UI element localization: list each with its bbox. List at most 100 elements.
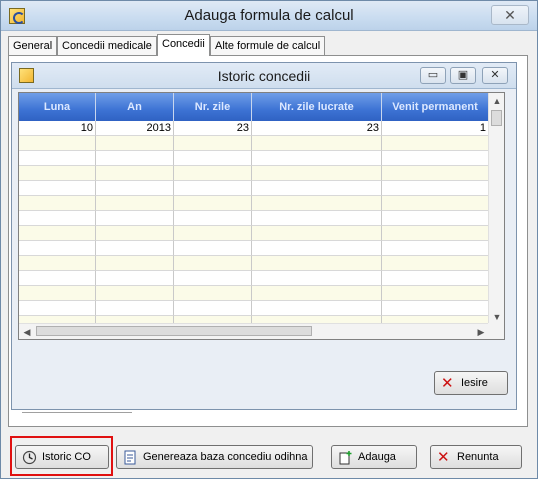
inner-close-button[interactable]: ✕ [482, 67, 508, 84]
tab-concedii[interactable]: Concedii [157, 34, 210, 56]
table-cell[interactable] [96, 196, 174, 211]
table-cell[interactable] [19, 166, 96, 181]
table-row[interactable] [19, 271, 489, 286]
table-cell[interactable] [96, 151, 174, 166]
table-cell[interactable] [174, 286, 252, 301]
table-cell[interactable] [174, 271, 252, 286]
table-cell[interactable] [174, 241, 252, 256]
tab-general[interactable]: General [8, 36, 58, 56]
table-cell[interactable] [96, 181, 174, 196]
table-row[interactable]: 10 2013 23 23 1 [19, 121, 489, 136]
table-cell[interactable] [252, 181, 382, 196]
vertical-scrollbar[interactable]: ▲ ▼ [488, 93, 504, 325]
tab-concedii-medicale[interactable]: Concedii medicale [57, 36, 157, 56]
table-cell[interactable] [19, 286, 96, 301]
table-cell[interactable] [382, 256, 489, 271]
table-cell[interactable] [382, 211, 489, 226]
table-cell[interactable] [96, 301, 174, 316]
table-cell[interactable] [96, 256, 174, 271]
vertical-scroll-thumb[interactable] [491, 110, 502, 126]
table-cell[interactable] [19, 301, 96, 316]
table-cell[interactable] [252, 136, 382, 151]
table-row[interactable] [19, 256, 489, 271]
table-row[interactable] [19, 151, 489, 166]
table-cell[interactable] [96, 241, 174, 256]
renunta-button[interactable]: ✕ Renunta [430, 445, 522, 469]
table-cell[interactable]: 23 [252, 121, 382, 136]
table-cell[interactable] [382, 136, 489, 151]
col-luna[interactable]: Luna [19, 93, 96, 121]
table-row[interactable] [19, 211, 489, 226]
table-row[interactable] [19, 241, 489, 256]
table-cell[interactable] [382, 196, 489, 211]
table-cell[interactable] [252, 241, 382, 256]
iesire-button[interactable]: ✕ Iesire [434, 371, 508, 395]
table-cell[interactable] [252, 301, 382, 316]
table-cell[interactable] [382, 271, 489, 286]
table-cell[interactable] [19, 151, 96, 166]
table-row[interactable] [19, 286, 489, 301]
table-row[interactable] [19, 301, 489, 316]
table-cell[interactable]: 2013 [96, 121, 174, 136]
table-cell[interactable] [174, 136, 252, 151]
scroll-up-icon[interactable]: ▲ [489, 93, 504, 109]
genereaza-button[interactable]: Genereaza baza concediu odihna [116, 445, 313, 469]
table-row[interactable] [19, 226, 489, 241]
table-cell[interactable] [252, 271, 382, 286]
col-nr-zile-lucrate[interactable]: Nr. zile lucrate [252, 93, 382, 121]
table-cell[interactable] [252, 166, 382, 181]
table-cell[interactable] [382, 181, 489, 196]
table-row[interactable] [19, 181, 489, 196]
table-cell[interactable] [174, 211, 252, 226]
table-cell[interactable] [96, 226, 174, 241]
table-row[interactable] [19, 196, 489, 211]
table-cell[interactable] [382, 286, 489, 301]
table-cell[interactable] [174, 196, 252, 211]
table-cell[interactable] [252, 151, 382, 166]
table-cell[interactable] [19, 226, 96, 241]
minimize-button[interactable]: ▭ [420, 67, 446, 84]
table-cell[interactable] [252, 286, 382, 301]
table-cell[interactable] [382, 301, 489, 316]
istoric-co-button[interactable]: Istoric CO [15, 445, 109, 469]
close-window-button[interactable]: ✕ [491, 5, 529, 25]
table-cell[interactable] [96, 136, 174, 151]
col-nr-zile[interactable]: Nr. zile [174, 93, 252, 121]
table-cell[interactable] [252, 256, 382, 271]
table-cell[interactable] [252, 211, 382, 226]
table-cell[interactable] [19, 256, 96, 271]
table-cell[interactable] [96, 286, 174, 301]
table-cell[interactable] [174, 166, 252, 181]
table-cell[interactable]: 10 [19, 121, 96, 136]
table-cell[interactable] [96, 271, 174, 286]
table-cell[interactable] [19, 271, 96, 286]
table-cell[interactable] [19, 211, 96, 226]
table-cell[interactable] [252, 226, 382, 241]
istoric-grid[interactable]: Luna An Nr. zile Nr. zile lucrate Venit … [18, 92, 505, 340]
col-venit-permanent[interactable]: Venit permanent [382, 93, 489, 121]
table-cell[interactable] [174, 226, 252, 241]
table-cell[interactable]: 23 [174, 121, 252, 136]
horizontal-scrollbar[interactable]: ◀ ▶ [19, 323, 489, 339]
table-cell[interactable] [382, 226, 489, 241]
table-cell[interactable] [19, 196, 96, 211]
table-row[interactable] [19, 136, 489, 151]
table-cell[interactable]: 1 [382, 121, 489, 136]
restore-button[interactable]: ▣ [450, 67, 476, 84]
table-cell[interactable] [382, 151, 489, 166]
table-cell[interactable] [19, 136, 96, 151]
horizontal-scroll-thumb[interactable] [36, 326, 312, 336]
table-cell[interactable] [252, 196, 382, 211]
table-row[interactable] [19, 166, 489, 181]
col-an[interactable]: An [96, 93, 174, 121]
table-cell[interactable] [174, 301, 252, 316]
table-cell[interactable] [96, 211, 174, 226]
scroll-left-icon[interactable]: ◀ [19, 324, 35, 339]
table-cell[interactable] [96, 166, 174, 181]
table-cell[interactable] [382, 166, 489, 181]
tab-alte-formule[interactable]: Alte formule de calcul [210, 36, 326, 56]
table-cell[interactable] [174, 151, 252, 166]
adauga-button[interactable]: Adauga [331, 445, 417, 469]
table-cell[interactable] [19, 241, 96, 256]
table-cell[interactable] [382, 241, 489, 256]
